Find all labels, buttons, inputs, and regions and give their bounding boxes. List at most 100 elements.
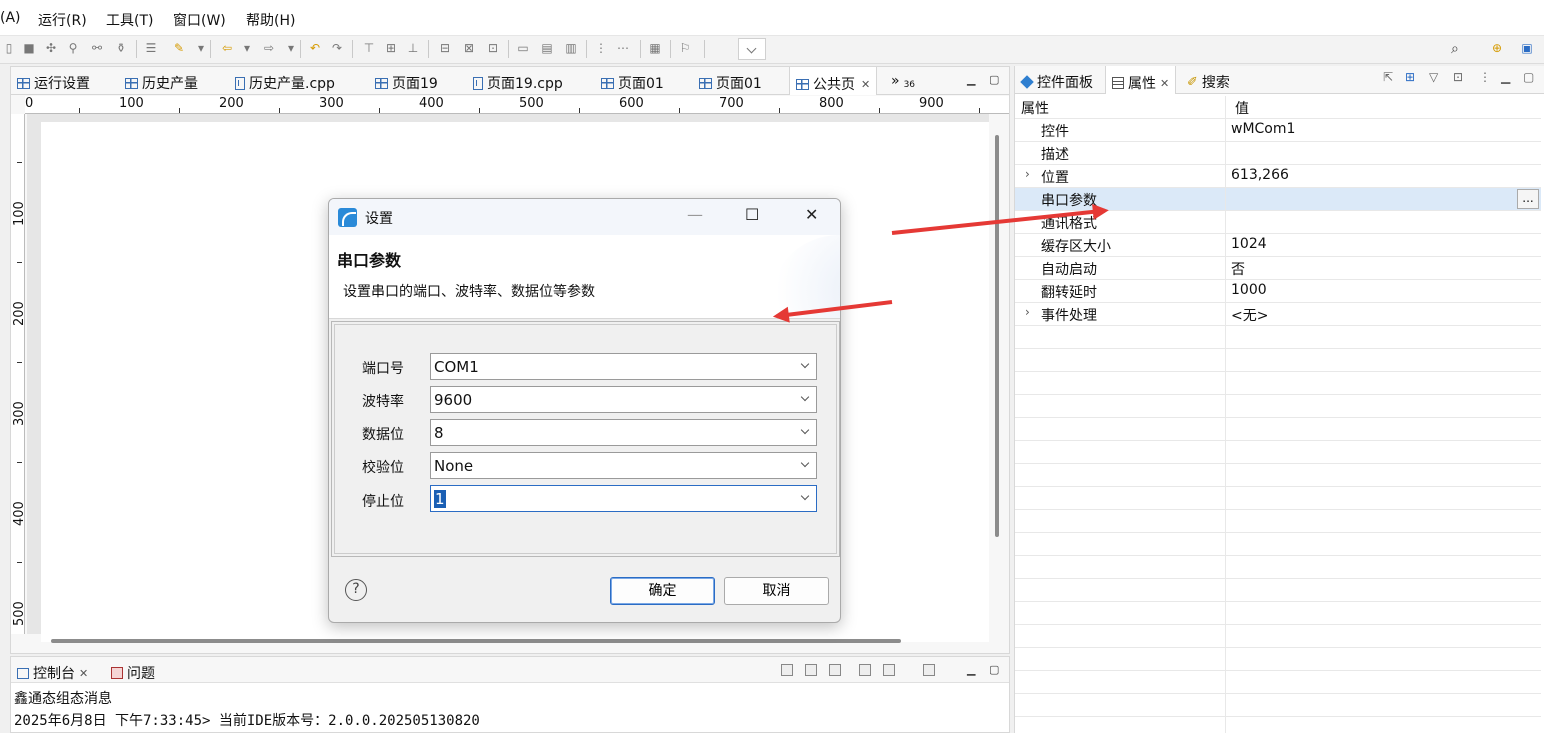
chevron-right-icon[interactable]: ›	[1025, 167, 1030, 181]
tab-history-output[interactable]: 历史产量	[125, 73, 198, 93]
maximize-icon[interactable]: ▢	[989, 663, 999, 676]
property-row-event-handling[interactable]: › 事件处理 <无>	[1015, 303, 1541, 326]
tab-page01-b[interactable]: 页面01	[699, 73, 762, 93]
minimize-icon[interactable]: ▁	[967, 663, 975, 676]
forward-dropdown-icon[interactable]: ▾	[284, 41, 298, 55]
property-row-flip-delay[interactable]: 翻转延时 1000	[1015, 280, 1541, 303]
maximize-icon[interactable]: ☐	[745, 205, 759, 224]
close-icon[interactable]: ✕	[805, 205, 818, 224]
tab-overflow[interactable]: » 36	[891, 73, 915, 90]
stop-icon[interactable]: ■	[22, 41, 36, 55]
layout-grid-icon[interactable]: ▦	[648, 41, 662, 55]
tab-history-output-cpp[interactable]: 历史产量.cpp	[235, 73, 335, 93]
pin-icon[interactable]: ⇱	[1383, 70, 1393, 84]
tab-page19[interactable]: 页面19	[375, 73, 438, 93]
same-size-icon[interactable]: ⊡	[486, 41, 500, 55]
maximize-icon[interactable]: ▢	[1523, 70, 1534, 84]
dropdown-icon[interactable]: ▾	[194, 41, 208, 55]
back-dropdown-icon[interactable]: ▾	[240, 41, 254, 55]
property-row-position[interactable]: › 位置 613,266	[1015, 165, 1541, 188]
tab-console[interactable]: 控制台 ✕	[17, 663, 88, 683]
close-icon[interactable]: ✕	[79, 667, 88, 680]
tool-icon-a[interactable]: ⚲	[66, 41, 80, 55]
open-editor-icon[interactable]: ⊡	[1453, 70, 1463, 84]
tab-controls-panel[interactable]: 控件面板	[1020, 72, 1093, 92]
minimize-icon[interactable]: ▁	[967, 73, 975, 86]
new-console-icon[interactable]	[923, 664, 935, 676]
align-top-icon[interactable]: ⊤	[362, 41, 376, 55]
minimize-icon[interactable]: —	[687, 205, 703, 224]
tool-icon-b[interactable]: ⚯	[90, 41, 104, 55]
menu-item-help[interactable]: 帮助(H)	[246, 10, 295, 30]
tab-search[interactable]: ✐ 搜索	[1187, 72, 1230, 92]
undo-icon[interactable]: ↶	[308, 41, 322, 55]
back-icon[interactable]: ⇦	[220, 41, 234, 55]
word-wrap-icon[interactable]	[829, 664, 841, 676]
properties-icon	[1112, 77, 1124, 89]
filter-icon[interactable]: ▽	[1429, 70, 1438, 84]
gap-icon[interactable]: ⋯	[616, 41, 630, 55]
baud-rate-select[interactable]: 9600	[430, 386, 817, 413]
property-row-description[interactable]: 描述	[1015, 142, 1541, 165]
property-row-control[interactable]: 控件 wMCom1	[1015, 119, 1541, 142]
tab-run-settings[interactable]: 运行设置	[17, 73, 90, 93]
vertical-scrollbar[interactable]	[995, 135, 999, 537]
port-select[interactable]: COM1	[430, 353, 817, 380]
property-row-buffer-size[interactable]: 缓存区大小 1024	[1015, 234, 1541, 257]
distribute-h-icon[interactable]: ⊟	[438, 41, 452, 55]
parity-select[interactable]: None	[430, 452, 817, 479]
tab-public-page[interactable]: 公共页 ✕	[789, 67, 878, 95]
center-icon[interactable]: ▥	[564, 41, 578, 55]
distribute-v-icon[interactable]: ⊠	[462, 41, 476, 55]
perspective-icon[interactable]: ▣	[1520, 41, 1534, 55]
property-row-auto-start[interactable]: 自动启动 否	[1015, 257, 1541, 280]
redo-icon[interactable]: ↷	[330, 41, 344, 55]
align-bottom-icon[interactable]: ⊥	[406, 41, 420, 55]
tab-page19-cpp[interactable]: 页面19.cpp	[473, 73, 563, 93]
list-icon[interactable]: ☰	[144, 41, 158, 55]
same-width-icon[interactable]: ▭	[516, 41, 530, 55]
ok-button[interactable]: 确定	[610, 577, 715, 605]
stop-bits-select[interactable]: 1	[430, 485, 817, 512]
connect-icon[interactable]: ✣	[44, 41, 58, 55]
pin-icon[interactable]: ⚐	[678, 41, 692, 55]
clear-console-icon[interactable]	[781, 664, 793, 676]
menu-item-a[interactable]: (A)	[0, 10, 21, 26]
console-log-line: 2025年6月8日 下午7:33:45> 当前IDE版本号：2.0.0.2025…	[14, 713, 480, 729]
toolbar: ▯ ■ ✣ ⚲ ⚯ ⚱ ☰ ✎ ▾ ⇦ ▾ ⇨ ▾ ↶ ↷ ⊤ ⊞ ⊥ ⊟ ⊠ …	[0, 36, 1544, 64]
same-height-icon[interactable]: ▤	[540, 41, 554, 55]
tab-page01-a[interactable]: 页面01	[601, 73, 664, 93]
close-icon[interactable]: ✕	[1160, 77, 1169, 90]
tree-icon[interactable]: ⊞	[1405, 70, 1415, 84]
maximize-icon[interactable]: ▢	[989, 73, 999, 86]
tool-icon-c[interactable]: ⚱	[114, 41, 128, 55]
pin-console-icon[interactable]	[859, 664, 871, 676]
close-icon[interactable]: ✕	[861, 78, 870, 91]
app-icon	[338, 208, 357, 227]
zoom-combo[interactable]	[738, 38, 766, 60]
tab-properties[interactable]: 属性 ✕	[1105, 66, 1177, 94]
menu-item-run[interactable]: 运行(R)	[38, 10, 87, 30]
search-icon[interactable]: ⌕	[1451, 41, 1459, 57]
forward-icon[interactable]: ⇨	[262, 41, 276, 55]
display-console-icon[interactable]	[883, 664, 895, 676]
align-middle-icon[interactable]: ⊞	[384, 41, 398, 55]
view-menu-icon[interactable]: ⋮	[1479, 70, 1491, 84]
scroll-lock-icon[interactable]	[805, 664, 817, 676]
help-icon[interactable]: ?	[345, 579, 367, 601]
horizontal-scrollbar[interactable]	[51, 639, 901, 643]
stop-bits-label: 停止位	[362, 494, 404, 510]
data-bits-select[interactable]: 8	[430, 419, 817, 446]
menu-item-window[interactable]: 窗口(W)	[173, 10, 226, 30]
cancel-button[interactable]: 取消	[724, 577, 829, 605]
wand-icon[interactable]: ✎	[172, 41, 186, 55]
spacing-icon[interactable]: ⋮	[594, 41, 608, 55]
minimize-icon[interactable]: ▁	[1501, 70, 1510, 84]
open-perspective-icon[interactable]: ⊕	[1490, 41, 1504, 55]
properties-header: 控件面板 属性 ✕ ✐ 搜索 ⇱ ⊞ ▽ ⊡ ⋮ ▁ ▢	[1015, 66, 1544, 94]
align-left-icon[interactable]: ▯	[2, 41, 16, 55]
chevron-right-icon[interactable]: ›	[1025, 305, 1030, 319]
edit-serial-params-button[interactable]: ...	[1517, 189, 1539, 209]
menu-item-tools[interactable]: 工具(T)	[106, 10, 153, 30]
tab-problems[interactable]: 问题	[111, 663, 155, 683]
